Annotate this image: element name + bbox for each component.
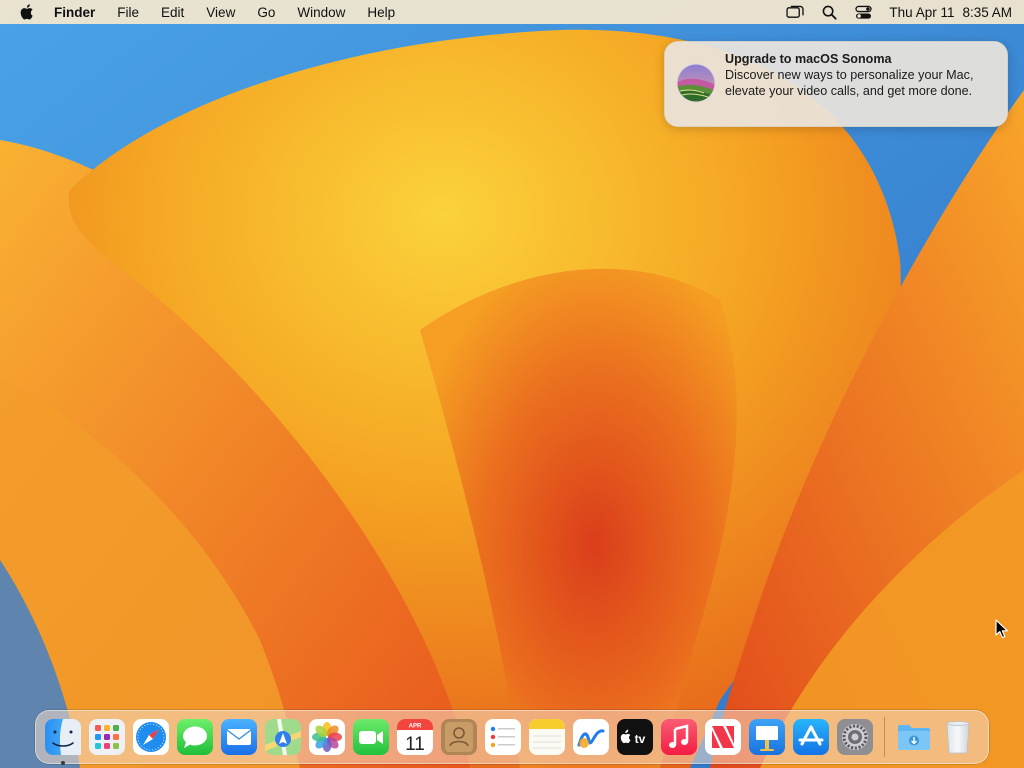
control-center-icon[interactable] — [853, 3, 873, 21]
mouse-cursor-icon — [995, 619, 1009, 639]
app-menu-finder[interactable]: Finder — [54, 5, 95, 20]
menu-window[interactable]: Window — [297, 5, 345, 20]
photos-icon[interactable] — [307, 717, 347, 757]
tv-label: tv — [635, 732, 646, 746]
apple-menu-icon[interactable] — [18, 3, 34, 21]
system-settings-icon[interactable] — [835, 717, 875, 757]
notification-content: Upgrade to macOS Sonoma Discover new way… — [725, 51, 994, 99]
clock-date: Thu Apr 11 — [889, 4, 955, 20]
dock-separator — [884, 717, 885, 757]
facetime-icon[interactable] — [351, 717, 391, 757]
calendar-day: 11 — [405, 734, 425, 755]
menu-view[interactable]: View — [206, 5, 235, 20]
notes-icon[interactable] — [527, 717, 567, 757]
maps-icon[interactable] — [263, 717, 303, 757]
running-indicator — [61, 761, 65, 765]
trash-icon[interactable] — [938, 717, 978, 757]
menu-go[interactable]: Go — [257, 5, 275, 20]
music-icon[interactable] — [659, 717, 699, 757]
dock: APR 11 tv — [35, 710, 989, 765]
keynote-icon[interactable] — [747, 717, 787, 757]
notification-body: Discover new ways to personalize your Ma… — [725, 68, 974, 98]
apple-tv-icon[interactable]: tv — [615, 717, 655, 757]
macos-sonoma-icon — [676, 63, 716, 103]
safari-icon[interactable] — [131, 717, 171, 757]
menubar-clock[interactable]: Thu Apr 11 8:35 AM — [889, 5, 1012, 20]
freeform-icon[interactable] — [571, 717, 611, 757]
screen-mirroring-icon[interactable] — [785, 3, 805, 21]
spotlight-search-icon[interactable] — [819, 3, 839, 21]
clock-time: 8:35 AM — [962, 4, 1012, 20]
contacts-icon[interactable] — [439, 717, 479, 757]
calendar-month: APR — [409, 724, 422, 730]
news-icon[interactable] — [703, 717, 743, 757]
finder-icon[interactable] — [43, 717, 83, 765]
launchpad-icon[interactable] — [87, 717, 127, 757]
mail-icon[interactable] — [219, 717, 259, 757]
app-store-icon[interactable] — [791, 717, 831, 757]
menu-help[interactable]: Help — [367, 5, 395, 20]
notification-title: Upgrade to macOS Sonoma — [725, 52, 892, 66]
menu-file[interactable]: File — [117, 5, 139, 20]
menu-bar: Finder File Edit View Go Window Help Thu… — [0, 0, 1024, 24]
reminders-icon[interactable] — [483, 717, 523, 757]
menu-edit[interactable]: Edit — [161, 5, 184, 20]
calendar-icon[interactable]: APR 11 — [395, 717, 435, 757]
messages-icon[interactable] — [175, 717, 215, 757]
notification-banner[interactable]: Upgrade to macOS Sonoma Discover new way… — [664, 41, 1008, 127]
downloads-folder-icon[interactable] — [894, 717, 934, 757]
